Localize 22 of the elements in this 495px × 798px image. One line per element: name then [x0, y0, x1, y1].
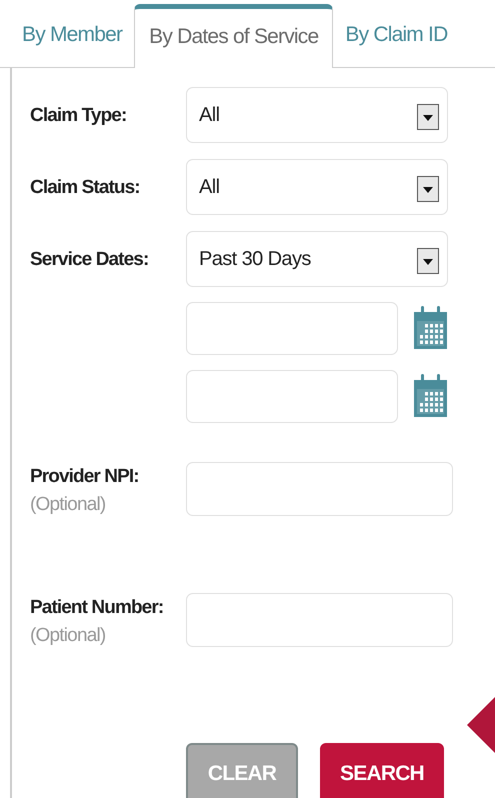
dropdown[interactable]: All	[186, 87, 448, 143]
caret-icon	[417, 248, 439, 274]
field-label: Provider NPI:	[30, 465, 140, 488]
field-label: Patient Number:	[30, 596, 164, 619]
tab[interactable]: By Dates of Service	[134, 4, 334, 68]
optional-note: (Optional)	[30, 625, 106, 647]
caret-icon	[417, 176, 439, 202]
input-field[interactable]	[186, 462, 453, 516]
search-button[interactable]: SEARCH	[320, 743, 444, 798]
field-label: Claim Status:	[30, 176, 141, 199]
date-field[interactable]	[186, 302, 398, 355]
dropdown[interactable]: Past 30 Days	[186, 231, 448, 287]
calendar-icon[interactable]	[414, 374, 447, 417]
field-label: Claim Type:	[30, 104, 128, 127]
field-label: Service Dates:	[30, 248, 150, 271]
dropdown[interactable]: All	[186, 159, 448, 215]
pointer-arrow-icon	[467, 697, 495, 753]
optional-note: (Optional)	[30, 494, 106, 516]
calendar-icon[interactable]	[414, 306, 447, 349]
date-field[interactable]	[186, 370, 398, 423]
caret-icon	[417, 104, 439, 130]
input-field[interactable]	[186, 593, 453, 647]
